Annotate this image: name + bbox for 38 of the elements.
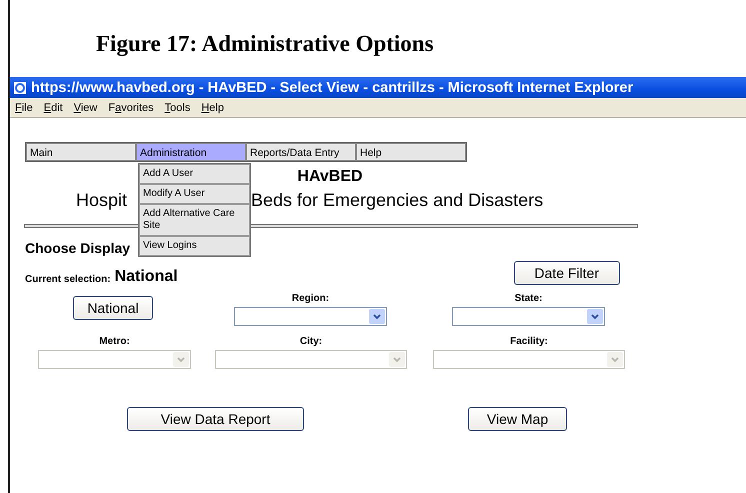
- nav-tab[interactable]: Help: [356, 143, 466, 161]
- figure-caption: Figure 17: Administrative Options: [95, 30, 435, 58]
- chevron-down-icon: [607, 352, 623, 367]
- view-map-button[interactable]: View Map: [468, 407, 567, 431]
- chevron-down-icon: [173, 352, 189, 367]
- dropdown-field[interactable]: [234, 307, 387, 326]
- field-label: State:: [514, 293, 542, 304]
- view-data-report-button[interactable]: View Data Report: [127, 407, 304, 431]
- nav-tab[interactable]: Reports/Data Entry: [246, 143, 356, 161]
- menu-item[interactable]: Help: [201, 102, 224, 114]
- dropdown-item[interactable]: Modify A User: [139, 184, 250, 204]
- field-label: Facility:: [510, 336, 548, 347]
- chevron-down-icon: [369, 309, 385, 324]
- dropdown-field[interactable]: [452, 307, 605, 326]
- nav-tab[interactable]: Main: [26, 143, 136, 161]
- chevron-down-icon: [389, 352, 405, 367]
- dropdown-item[interactable]: Add Alternative Care Site: [139, 204, 250, 236]
- chevron-down-icon: [587, 309, 603, 324]
- current-selection-label: Current selection:: [25, 274, 111, 284]
- site-subtitle: Beds for Emergencies and Disasters: [251, 190, 544, 211]
- dropdown-item[interactable]: View Logins: [139, 236, 250, 256]
- date-filter-button[interactable]: Date Filter: [514, 261, 620, 285]
- site-heading: HAvBED: [297, 168, 363, 185]
- menu-item[interactable]: File: [15, 102, 33, 114]
- field-label: Metro:: [99, 336, 130, 347]
- menu-item[interactable]: Favorites: [108, 102, 154, 114]
- section-title: Choose Display: [25, 240, 130, 256]
- window-title: https://www.havbed.org - HAvBED - Select View - cantrillzs - Microsoft Internet Explorer: [31, 80, 634, 96]
- national-button[interactable]: National: [73, 296, 153, 320]
- menu-item[interactable]: Tools: [164, 102, 190, 114]
- field-label: Region:: [292, 293, 330, 304]
- site-subtitle: Hospit: [76, 190, 128, 210]
- current-selection-value: National: [114, 268, 178, 286]
- menu-item[interactable]: View: [74, 102, 98, 114]
- field-label: City:: [300, 336, 322, 347]
- menu-item[interactable]: Edit: [44, 102, 63, 114]
- browser-icon: [13, 80, 27, 94]
- dropdown-item[interactable]: Add A User: [139, 164, 250, 184]
